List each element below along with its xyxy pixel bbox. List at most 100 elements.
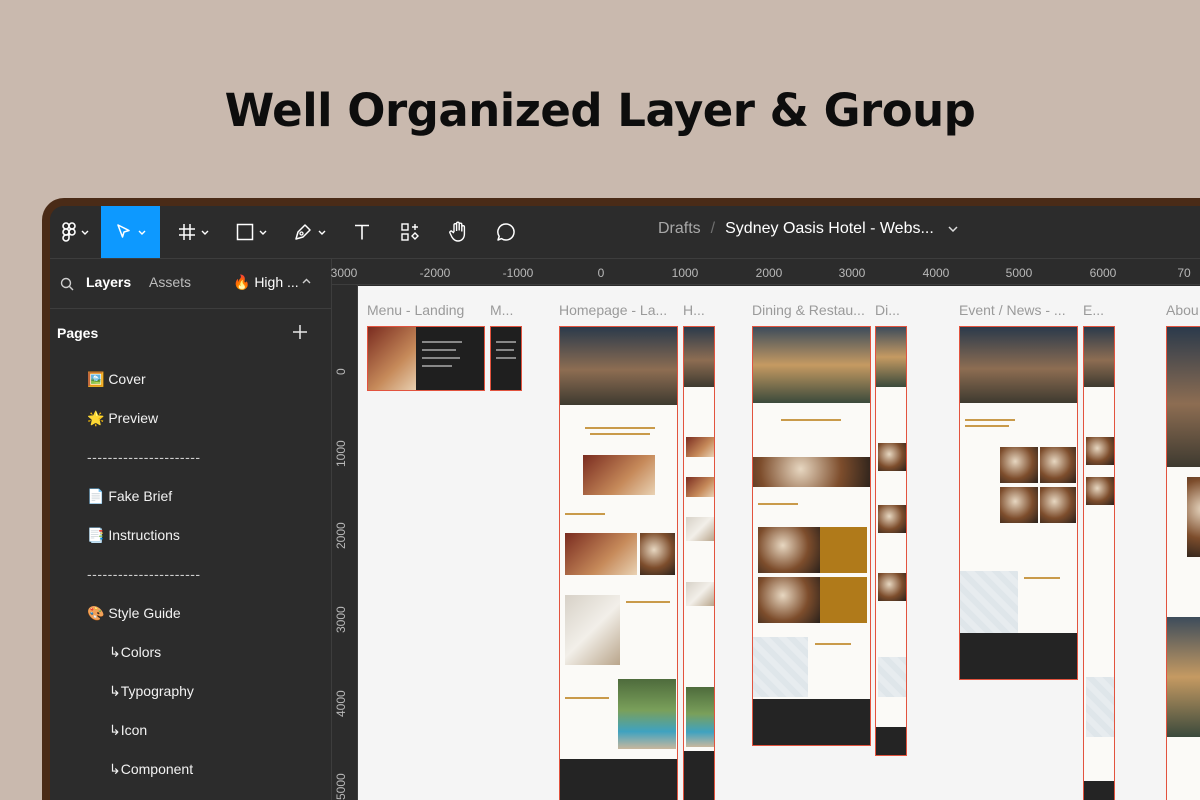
text-line bbox=[496, 357, 516, 359]
thumbnail-image bbox=[686, 437, 714, 457]
page-item-typography[interactable]: ↳Typography bbox=[109, 683, 194, 700]
toolbar: Drafts / Sydney Oasis Hotel - Webs... bbox=[50, 206, 1200, 258]
frame-dining[interactable] bbox=[752, 326, 871, 746]
heading-line bbox=[781, 419, 841, 421]
page-item-divider[interactable]: ---------------------- bbox=[87, 449, 201, 465]
frame-event[interactable] bbox=[959, 326, 1078, 680]
heading-line bbox=[585, 427, 655, 429]
frame-menu-landing[interactable] bbox=[367, 326, 485, 391]
move-tool-button[interactable] bbox=[101, 206, 160, 258]
figma-window: Drafts / Sydney Oasis Hotel - Webs... La… bbox=[50, 206, 1200, 800]
frame-about[interactable] bbox=[1166, 326, 1200, 800]
frame-label[interactable]: Homepage - La... bbox=[559, 302, 667, 318]
frame-label[interactable]: Menu - Landing bbox=[367, 302, 464, 318]
page-item-style-guide[interactable]: 🎨 Style Guide bbox=[87, 605, 181, 622]
footer-section bbox=[753, 699, 870, 745]
frame-homepage-mobile[interactable] bbox=[683, 326, 715, 800]
page-item-cover[interactable]: 🖼️ Cover bbox=[87, 371, 146, 388]
page-item-instructions[interactable]: 📑 Instructions bbox=[87, 527, 180, 544]
thumbnail-image bbox=[878, 505, 906, 533]
footer-section bbox=[876, 727, 906, 755]
figma-menu-button[interactable] bbox=[50, 206, 100, 258]
breadcrumb-separator: / bbox=[710, 220, 716, 237]
heading-line bbox=[565, 513, 605, 515]
frame-label[interactable]: E... bbox=[1083, 302, 1104, 318]
hand-tool-button[interactable] bbox=[438, 206, 478, 258]
resources-tool-button[interactable] bbox=[390, 206, 430, 258]
comment-bubble-icon bbox=[497, 223, 515, 241]
event-image bbox=[1000, 487, 1038, 523]
hero-image bbox=[753, 327, 870, 403]
components-icon bbox=[401, 223, 419, 241]
shape-tool-button[interactable] bbox=[226, 206, 276, 258]
hero-image bbox=[684, 327, 714, 387]
chevron-down-icon bbox=[81, 230, 88, 235]
file-name[interactable]: Sydney Oasis Hotel - Webs... bbox=[725, 220, 934, 238]
thumbnail-image bbox=[686, 517, 714, 541]
ruler-tick: 0 bbox=[334, 368, 348, 375]
thumbnail-image bbox=[686, 582, 714, 606]
page-item-colors[interactable]: ↳Colors bbox=[109, 644, 161, 661]
event-image bbox=[1000, 447, 1038, 483]
frame-dining-mobile[interactable] bbox=[875, 326, 907, 756]
heading-line bbox=[965, 419, 1015, 421]
left-ruler: 0 1000 2000 3000 4000 5000 bbox=[332, 285, 358, 800]
frame-label[interactable]: M... bbox=[490, 302, 513, 318]
video-thumbnail bbox=[583, 455, 655, 495]
page-item-divider[interactable]: ---------------------- bbox=[87, 566, 201, 582]
ruler-tick: 70 bbox=[1177, 266, 1191, 280]
page-item-preview[interactable]: 🌟 Preview bbox=[87, 410, 158, 427]
frame-tool-button[interactable] bbox=[168, 206, 218, 258]
page-selector[interactable]: 🔥 High ... bbox=[233, 274, 299, 291]
search-icon[interactable] bbox=[60, 277, 74, 291]
text-line bbox=[496, 341, 516, 343]
text-line bbox=[422, 357, 460, 359]
heading-line bbox=[965, 425, 1009, 427]
hero-image bbox=[960, 327, 1077, 403]
headline: Well Organized Layer & Group bbox=[224, 84, 976, 137]
frame-label[interactable]: Dining & Restau... bbox=[752, 302, 865, 318]
ruler-tick: 6000 bbox=[1089, 266, 1117, 280]
heading-line bbox=[565, 697, 609, 699]
pen-tool-button[interactable] bbox=[284, 206, 334, 258]
gallery-section bbox=[560, 759, 677, 800]
breadcrumb: Drafts / Sydney Oasis Hotel - Webs... bbox=[658, 206, 958, 252]
frame-label[interactable]: Di... bbox=[875, 302, 900, 318]
frame-label[interactable]: Event / News - ... bbox=[959, 302, 1066, 318]
comment-tool-button[interactable] bbox=[486, 206, 526, 258]
tab-assets[interactable]: Assets bbox=[149, 274, 191, 290]
design-canvas[interactable]: Menu - Landing M... Homepage - La... H..… bbox=[358, 286, 1200, 800]
heading-line bbox=[815, 643, 851, 645]
text-tool-button[interactable] bbox=[342, 206, 382, 258]
add-page-icon[interactable] bbox=[293, 325, 307, 339]
frame-homepage[interactable] bbox=[559, 326, 678, 800]
hero-image bbox=[560, 327, 677, 405]
breadcrumb-drafts[interactable]: Drafts bbox=[658, 220, 701, 238]
frame-event-mobile[interactable] bbox=[1083, 326, 1115, 800]
about-image bbox=[1167, 617, 1200, 737]
map bbox=[753, 637, 808, 697]
frame-label[interactable]: H... bbox=[683, 302, 705, 318]
chevron-down-icon bbox=[318, 230, 325, 235]
chevron-up-icon[interactable] bbox=[302, 278, 311, 284]
room-image bbox=[565, 595, 620, 665]
pen-nib-icon bbox=[294, 224, 311, 240]
ruler-tick: -2000 bbox=[419, 266, 451, 280]
frame-label[interactable]: Abou bbox=[1166, 302, 1199, 318]
chevron-down-icon[interactable] bbox=[948, 226, 958, 232]
thumbnail-image bbox=[368, 327, 416, 390]
page-item-component[interactable]: ↳Component bbox=[109, 761, 193, 778]
ruler-tick: 3000 bbox=[334, 606, 348, 633]
thumbnail-image bbox=[878, 443, 906, 471]
thumbnail-image bbox=[1086, 477, 1114, 505]
page-item-icon[interactable]: ↳Icon bbox=[109, 722, 147, 739]
frame-menu-mobile[interactable] bbox=[490, 326, 522, 391]
map bbox=[1086, 677, 1114, 737]
thumbnail-image bbox=[878, 573, 906, 601]
ruler-tick: 1000 bbox=[671, 266, 699, 280]
tab-layers[interactable]: Layers bbox=[86, 274, 131, 290]
food-image bbox=[640, 533, 675, 575]
dessert-image bbox=[758, 527, 820, 573]
page-item-fake-brief[interactable]: 📄 Fake Brief bbox=[87, 488, 172, 505]
ruler-tick: 5000 bbox=[1005, 266, 1033, 280]
